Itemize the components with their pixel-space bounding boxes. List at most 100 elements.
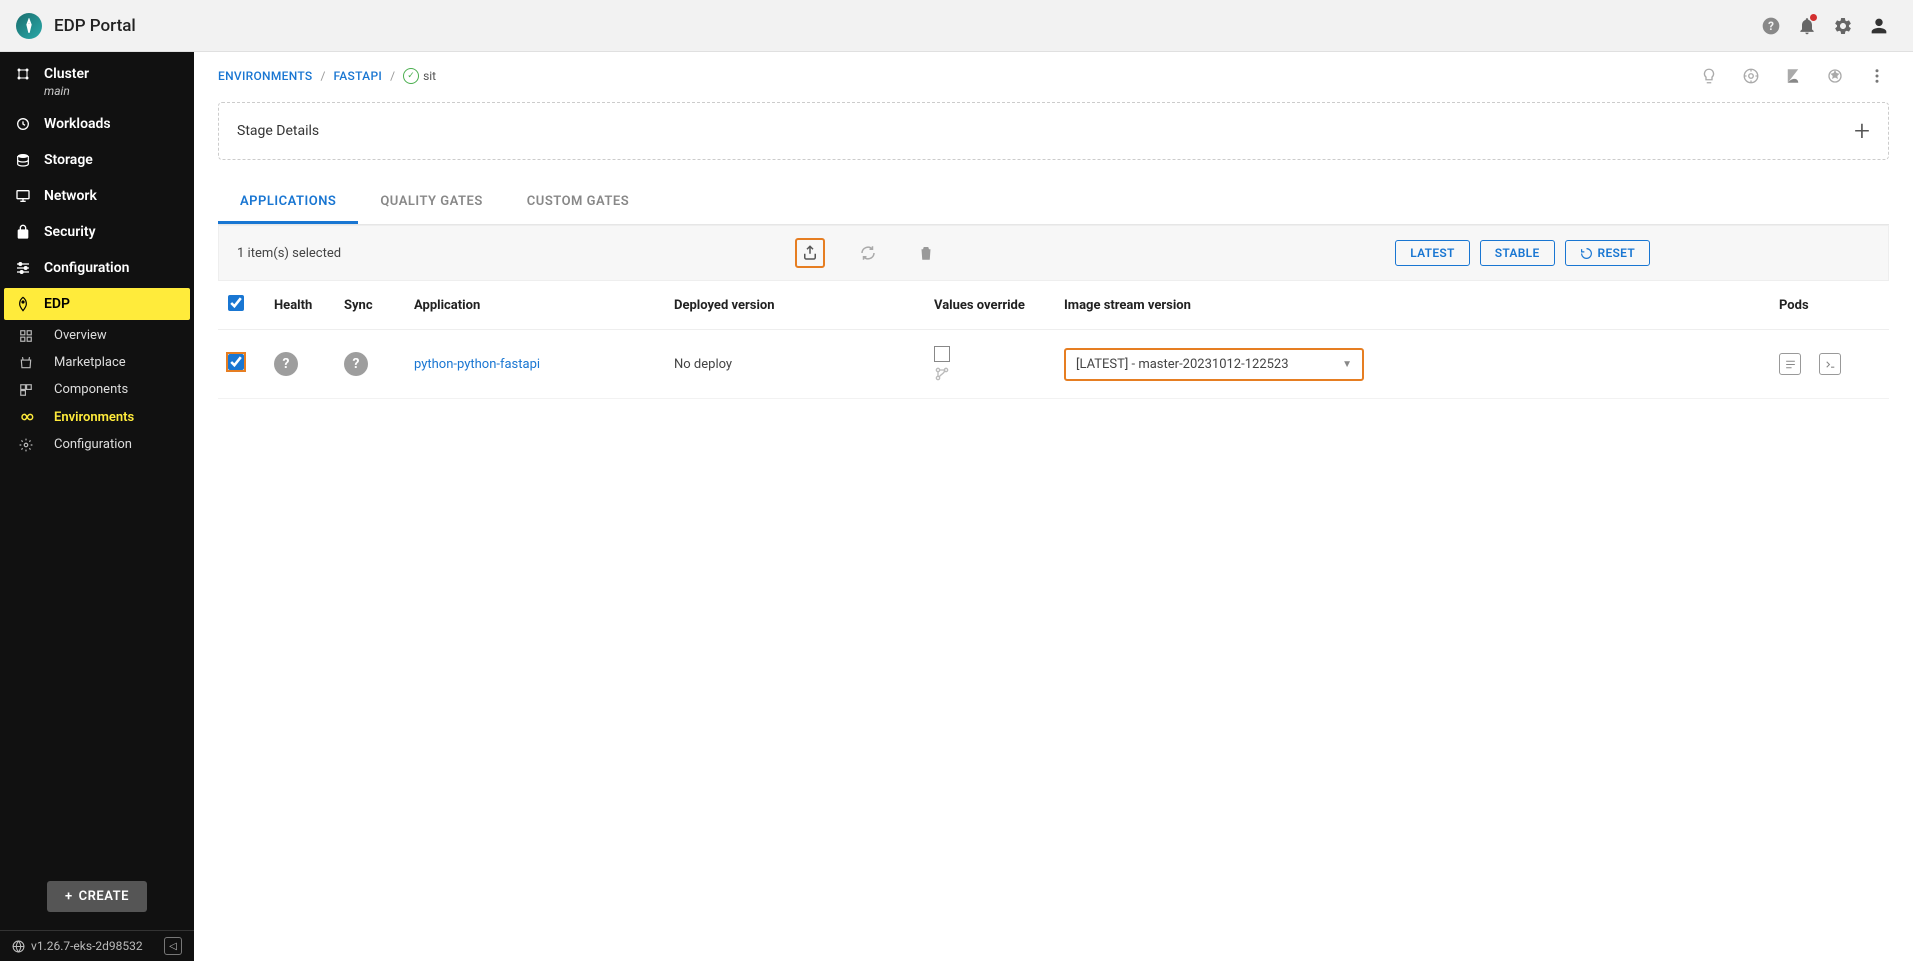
lock-icon: [14, 224, 32, 240]
settings-icon[interactable]: [1825, 8, 1861, 44]
reset-arrow-icon: [1580, 247, 1593, 260]
selection-toolbar: 1 item(s) selected LATEST STABLE RESET: [218, 225, 1889, 281]
sync-unknown-icon: ?: [344, 352, 368, 376]
sidebar-item-cluster[interactable]: Cluster: [0, 52, 194, 86]
sidebar-label: Storage: [44, 152, 93, 168]
select-value: [LATEST] - master-20231012-122523: [1076, 357, 1289, 372]
page-actions: [1697, 64, 1889, 88]
sidebar-sub-label: Environments: [54, 410, 134, 425]
sidebar-cluster-label: Cluster: [44, 66, 89, 82]
sidebar-edp-label: EDP: [44, 296, 70, 312]
sidebar-sub-components[interactable]: Components: [0, 376, 194, 403]
sidebar-label: Security: [44, 224, 96, 240]
sidebar-footer: v1.26.7-eks-2d98532 ◁: [0, 930, 194, 961]
deployed-version-cell: No deploy: [664, 330, 924, 399]
sidebar-cluster-sub: main: [0, 84, 194, 98]
sidebar-item-workloads[interactable]: Workloads: [0, 106, 194, 142]
lightbulb-icon[interactable]: [1697, 64, 1721, 88]
topbar: EDP Portal ?: [0, 0, 1913, 52]
svg-text:?: ?: [1768, 19, 1774, 33]
sidebar-sub-environments[interactable]: Environments: [0, 403, 194, 431]
kibana-icon[interactable]: [1781, 64, 1805, 88]
gear-icon: [18, 438, 34, 452]
sidebar-sub-label: Configuration: [54, 437, 132, 452]
breadcrumb-current-text: sit: [423, 69, 436, 83]
plus-icon: +: [65, 889, 73, 904]
create-label: CREATE: [79, 889, 129, 904]
argo-icon[interactable]: [1739, 64, 1763, 88]
sidebar-item-configuration[interactable]: Configuration: [0, 250, 194, 286]
stable-button[interactable]: STABLE: [1480, 240, 1555, 266]
globe-icon: [12, 940, 25, 953]
sidebar-label: Network: [44, 188, 97, 204]
sidebar-sub-label: Marketplace: [54, 355, 126, 370]
cluster-icon: [14, 66, 32, 82]
workloads-icon: [14, 116, 32, 132]
tab-applications[interactable]: APPLICATIONS: [218, 182, 358, 224]
col-application: Application: [404, 281, 664, 330]
notification-dot: [1810, 14, 1817, 21]
notifications-icon[interactable]: [1789, 8, 1825, 44]
components-icon: [18, 383, 34, 397]
image-stream-version-select[interactable]: [LATEST] - master-20231012-122523 ▼: [1064, 348, 1364, 381]
tabs: APPLICATIONS QUALITY GATES CUSTOM GATES: [218, 182, 1889, 225]
col-health: Health: [264, 281, 334, 330]
grafana-icon[interactable]: [1823, 64, 1847, 88]
application-link[interactable]: python-python-fastapi: [414, 357, 540, 372]
values-override-checkbox[interactable]: [934, 346, 950, 362]
create-button[interactable]: + CREATE: [47, 881, 147, 912]
sidebar-sub-configuration[interactable]: Configuration: [0, 431, 194, 458]
sidebar-sub-overview[interactable]: Overview: [0, 322, 194, 349]
version-text: v1.26.7-eks-2d98532: [31, 939, 143, 953]
collapse-sidebar-icon[interactable]: ◁: [164, 937, 182, 955]
col-values-override: Values override: [924, 281, 1054, 330]
health-unknown-icon: ?: [274, 352, 298, 376]
applications-table: Health Sync Application Deployed version…: [218, 281, 1889, 399]
breadcrumb-sep: /: [390, 69, 395, 83]
infinity-icon: [18, 409, 34, 425]
stage-details-panel: Stage Details +: [218, 102, 1889, 160]
sync-icon[interactable]: [853, 238, 883, 268]
sidebar-item-edp[interactable]: EDP: [4, 288, 190, 320]
breadcrumb-current: ✓ sit: [403, 68, 436, 84]
logs-icon[interactable]: [1779, 353, 1801, 375]
sidebar-sub-marketplace[interactable]: Marketplace: [0, 349, 194, 376]
sidebar-label: Workloads: [44, 116, 111, 132]
reset-label: RESET: [1598, 246, 1635, 260]
app-title: EDP Portal: [54, 16, 1753, 36]
tab-quality-gates[interactable]: QUALITY GATES: [358, 182, 504, 224]
selection-count-text: 1 item(s) selected: [237, 246, 341, 261]
terminal-icon[interactable]: [1819, 353, 1841, 375]
delete-icon[interactable]: [911, 238, 941, 268]
status-ok-icon: ✓: [403, 68, 419, 84]
more-menu-icon[interactable]: [1865, 64, 1889, 88]
sliders-icon: [14, 260, 32, 276]
breadcrumb: ENVIRONMENTS / FASTAPI / ✓ sit: [218, 64, 1889, 88]
table-row: ? ? python-python-fastapi No deploy [LAT…: [218, 330, 1889, 399]
col-image-stream-version: Image stream version: [1054, 281, 1769, 330]
breadcrumb-project[interactable]: FASTAPI: [333, 69, 382, 83]
account-icon[interactable]: [1861, 8, 1897, 44]
reset-button[interactable]: RESET: [1565, 240, 1650, 266]
marketplace-icon: [18, 356, 34, 370]
row-checkbox[interactable]: [228, 354, 244, 370]
breadcrumb-environments[interactable]: ENVIRONMENTS: [218, 69, 312, 83]
sidebar: Cluster main Workloads Storage Network S…: [0, 52, 194, 961]
deploy-icon[interactable]: [795, 238, 825, 268]
sidebar-item-security[interactable]: Security: [0, 214, 194, 250]
select-all-checkbox[interactable]: [228, 295, 244, 311]
help-icon[interactable]: ?: [1753, 8, 1789, 44]
sidebar-item-network[interactable]: Network: [0, 178, 194, 214]
main-content: ENVIRONMENTS / FASTAPI / ✓ sit Stage Det…: [194, 52, 1913, 961]
app-logo: [16, 13, 42, 39]
rocket-icon: [14, 296, 32, 312]
sidebar-label: Configuration: [44, 260, 129, 276]
expand-stage-details-icon[interactable]: +: [1854, 117, 1870, 145]
tab-custom-gates[interactable]: CUSTOM GATES: [505, 182, 651, 224]
branch-icon[interactable]: [934, 366, 1044, 382]
sidebar-sub-label: Overview: [54, 328, 107, 343]
network-icon: [14, 188, 32, 204]
sidebar-item-storage[interactable]: Storage: [0, 142, 194, 178]
latest-button[interactable]: LATEST: [1395, 240, 1470, 266]
storage-icon: [14, 152, 32, 168]
